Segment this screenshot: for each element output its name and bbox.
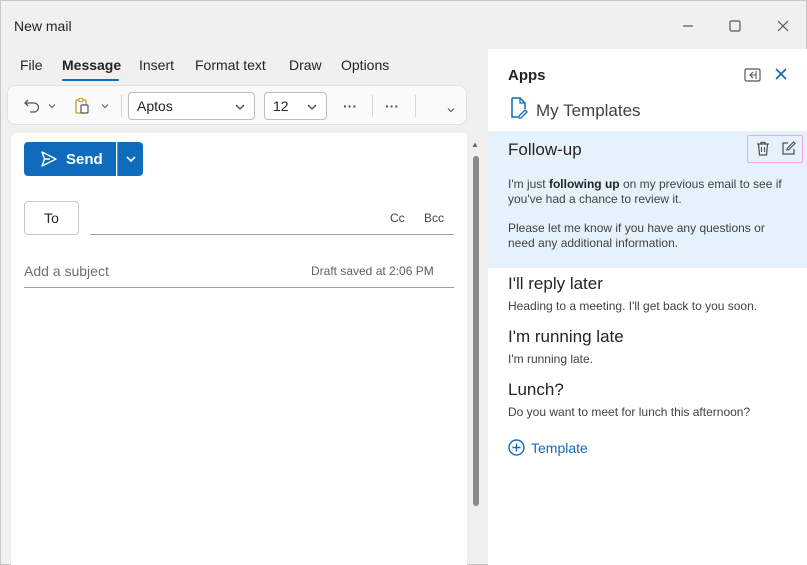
tab-insert[interactable]: Insert <box>139 57 174 73</box>
chevron-down-icon <box>48 104 56 109</box>
close-icon <box>777 20 789 32</box>
ribbon-toolbar: Aptos 12 ··· ··· <box>7 85 467 125</box>
to-input[interactable] <box>90 234 454 235</box>
font-family-select[interactable]: Aptos <box>128 92 255 120</box>
app-name: My Templates <box>536 101 641 120</box>
close-window-button[interactable] <box>768 13 798 39</box>
toolbar-separator <box>372 95 373 117</box>
window: New mail File Message Insert Format text… <box>0 0 807 565</box>
undo-icon <box>24 99 40 113</box>
tab-file[interactable]: File <box>20 57 43 73</box>
font-family-value: Aptos <box>137 98 173 114</box>
send-button[interactable]: Send <box>24 142 116 176</box>
template-title: Follow-up <box>508 140 582 159</box>
title-bar: New mail <box>1 1 806 49</box>
toolbar-separator <box>415 95 416 117</box>
chevron-down-icon <box>125 156 136 163</box>
chevron-down-icon <box>101 104 109 109</box>
chevron-down-icon <box>447 108 455 113</box>
tab-draw[interactable]: Draw <box>289 57 322 73</box>
more-format-options-button[interactable]: ··· <box>340 96 360 116</box>
toolbar-separator <box>121 95 122 117</box>
bcc-button[interactable]: Bcc <box>424 211 444 225</box>
expand-ribbon-button[interactable] <box>444 100 458 120</box>
template-title: I'll reply later <box>508 274 603 293</box>
template-item[interactable]: I'm running late I'm running late. <box>508 327 624 366</box>
maximize-icon <box>729 20 741 32</box>
template-body-paragraph-2: Please let me know if you have any quest… <box>508 221 765 250</box>
chevron-down-icon <box>307 104 317 110</box>
template-item-selected[interactable]: Follow-up I'm just following up on my pr… <box>488 131 807 268</box>
add-template-button[interactable]: Template <box>508 439 588 456</box>
send-options-button[interactable] <box>117 142 143 176</box>
to-button[interactable]: To <box>24 201 79 235</box>
undo-dropdown-button[interactable] <box>46 96 58 116</box>
tab-message[interactable]: Message <box>62 57 121 73</box>
panel-dock-button[interactable] <box>744 68 761 87</box>
scroll-up-arrow-icon[interactable]: ▲ <box>471 140 479 149</box>
template-body-paragraph-1: I'm just following up on my previous ema… <box>508 177 793 207</box>
undo-button[interactable] <box>22 96 42 116</box>
cc-button[interactable]: Cc <box>390 211 405 225</box>
template-actions <box>747 135 803 163</box>
font-size-select[interactable]: 12 <box>264 92 327 120</box>
send-icon <box>41 151 57 167</box>
draft-status: Draft saved at 2:06 PM <box>311 264 434 278</box>
document-edit-icon <box>511 97 528 119</box>
template-description: Do you want to meet for lunch this after… <box>508 405 751 419</box>
to-label: To <box>44 210 59 226</box>
window-title: New mail <box>14 18 72 34</box>
panel-close-button[interactable] <box>773 66 789 87</box>
delete-template-button[interactable] <box>756 141 770 161</box>
template-description: Heading to a meeting. I'll get back to y… <box>508 299 758 313</box>
more-options-button[interactable]: ··· <box>382 96 402 116</box>
edit-template-button[interactable] <box>781 141 796 161</box>
scrollbar-thumb[interactable] <box>473 156 479 506</box>
maximize-button[interactable] <box>720 13 750 39</box>
add-template-label: Template <box>531 439 588 456</box>
minimize-button[interactable] <box>673 13 703 39</box>
active-tab-indicator <box>62 79 119 81</box>
tab-format-text[interactable]: Format text <box>195 57 266 73</box>
body-text-bold: following up <box>548 177 620 191</box>
panel-title: Apps <box>508 67 546 84</box>
chevron-down-icon <box>235 104 245 110</box>
template-description: I'm running late. <box>508 352 594 366</box>
subject-input[interactable]: Add a subject <box>24 263 109 279</box>
paste-dropdown-button[interactable] <box>99 96 111 116</box>
edit-icon <box>782 141 796 155</box>
tab-options[interactable]: Options <box>341 57 389 73</box>
trash-icon <box>757 141 769 156</box>
paste-button[interactable] <box>72 96 92 116</box>
templates-app-icon <box>510 97 528 124</box>
template-title: I'm running late <box>508 327 624 346</box>
close-icon <box>775 68 787 80</box>
font-size-value: 12 <box>273 98 289 114</box>
template-item[interactable]: Lunch? Do you want to meet for lunch thi… <box>508 380 750 419</box>
clipboard-icon <box>75 97 89 114</box>
compose-area: Send To Cc Bcc Add a subject Draft saved… <box>11 133 467 565</box>
send-label: Send <box>66 150 103 168</box>
panel-dock-icon <box>744 68 761 82</box>
body-text: I'm just <box>508 177 549 191</box>
template-title: Lunch? <box>508 380 564 399</box>
add-circle-icon <box>508 439 525 456</box>
minimize-icon <box>683 25 693 27</box>
template-item[interactable]: I'll reply later Heading to a meeting. I… <box>508 274 757 313</box>
apps-panel: Apps My Templates Follow-up I'm just fol… <box>488 49 807 565</box>
subject-underline <box>24 287 454 288</box>
